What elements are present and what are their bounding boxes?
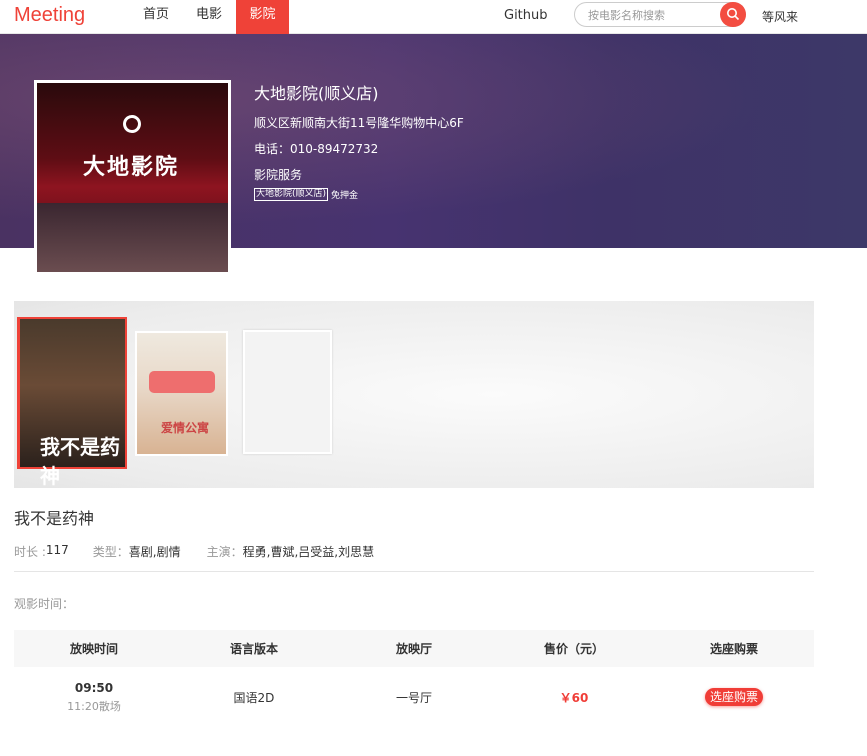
- search-box[interactable]: 按电影名称搜索: [574, 2, 746, 27]
- cinema-photo: 大地影院: [37, 83, 228, 272]
- end-time: 11:20散场: [67, 699, 121, 713]
- duration-value: 117: [45, 543, 69, 557]
- genre-label: 类型：: [92, 545, 129, 559]
- nav-item-movies[interactable]: 电影: [189, 0, 229, 34]
- movie-poster-title: 我不是药神: [40, 435, 120, 488]
- search-input[interactable]: 按电影名称搜索: [588, 7, 665, 23]
- movie-poster-selected[interactable]: 我不是药神: [17, 317, 127, 488]
- header-language: 语言版本: [229, 642, 278, 656]
- site-logo[interactable]: Meeting: [14, 4, 85, 27]
- duration-label: 时长 :: [14, 545, 46, 559]
- header-buy: 选座购票: [709, 642, 758, 656]
- cast-value: 程勇,曹斌,吕受益,刘思慧: [242, 545, 375, 559]
- movie-meta: 时长 : 117 类型： 喜剧,剧情 主演： 程勇,曹斌,吕受益,刘思慧: [14, 543, 374, 560]
- header-hall: 放映厅: [395, 642, 432, 656]
- genre-value: 喜剧,剧情: [128, 545, 181, 559]
- nav-item-cinema[interactable]: 影院: [236, 0, 289, 34]
- search-button[interactable]: [720, 2, 746, 27]
- github-link[interactable]: Github: [504, 8, 548, 23]
- showtimes-table: 放映时间 语言版本 放映厅 售价（元） 选座购票 09:50 11:20散场 国…: [14, 630, 814, 727]
- movie-title: 我不是药神: [14, 509, 95, 528]
- sofa-illustration: [149, 371, 215, 393]
- tag-no-deposit: 免押金: [331, 191, 359, 201]
- movie-carousel: 我不是药神 爱情公寓: [14, 301, 814, 488]
- cinema-info: 大地影院(顺义店) 顺义区新顺南大街11号隆华购物中心6F 电话：010-894…: [254, 84, 464, 201]
- nav-item-home[interactable]: 首页: [136, 0, 176, 34]
- search-icon: [727, 8, 740, 21]
- divider: [14, 571, 814, 572]
- cinema-photo-sign: 大地影院: [83, 155, 180, 180]
- cinema-phone: 电话：010-89472732: [254, 142, 379, 156]
- tag-cinema: 大地影院(顺义店): [254, 188, 329, 201]
- movie-poster-empty[interactable]: [243, 330, 332, 454]
- cast-label: 主演：: [206, 545, 243, 559]
- hall-cell: 一号厅: [395, 690, 432, 705]
- cinema-banner: 大地影院 大地影院(顺义店) 顺义区新顺南大街11号隆华购物中心6F 电话：01…: [0, 34, 867, 275]
- price-cell: ￥60: [559, 690, 589, 705]
- cinema-address: 顺义区新顺南大街11号隆华购物中心6F: [254, 116, 464, 130]
- user-name[interactable]: 等风来: [762, 8, 798, 25]
- header-showtime: 放映时间: [69, 642, 118, 656]
- cinema-photo-floor: [37, 203, 228, 272]
- table-row: 09:50 11:20散场 国语2D 一号厅 ￥60 选座购票: [14, 667, 814, 727]
- showtime-label: 观影时间：: [14, 597, 75, 611]
- header-price: 售价（元）: [543, 642, 604, 656]
- top-nav: Meeting 首页 电影 影院 Github 按电影名称搜索 等风来: [0, 0, 867, 34]
- start-time: 09:50: [74, 680, 114, 695]
- buy-ticket-button[interactable]: 选座购票: [704, 688, 763, 706]
- cinema-tags: 大地影院(顺义店) 免押金: [254, 188, 464, 201]
- cinema-service-label: 影院服务: [254, 168, 303, 182]
- movie-poster-image: 爱情公寓: [137, 333, 226, 454]
- showtime-cell: 09:50 11:20散场: [14, 681, 174, 714]
- table-header: 放映时间 语言版本 放映厅 售价（元） 选座购票: [14, 630, 814, 667]
- cinema-logo-mark: [123, 115, 141, 133]
- buy-cell: 选座购票: [654, 688, 814, 706]
- cinema-photo-frame: 大地影院: [34, 80, 231, 275]
- movie-poster-image: 我不是药神: [20, 319, 125, 488]
- language-cell: 国语2D: [233, 690, 275, 705]
- cinema-name: 大地影院(顺义店): [254, 84, 379, 103]
- movie-poster[interactable]: 爱情公寓: [135, 331, 228, 456]
- movie-poster-title: 爱情公寓: [161, 421, 210, 435]
